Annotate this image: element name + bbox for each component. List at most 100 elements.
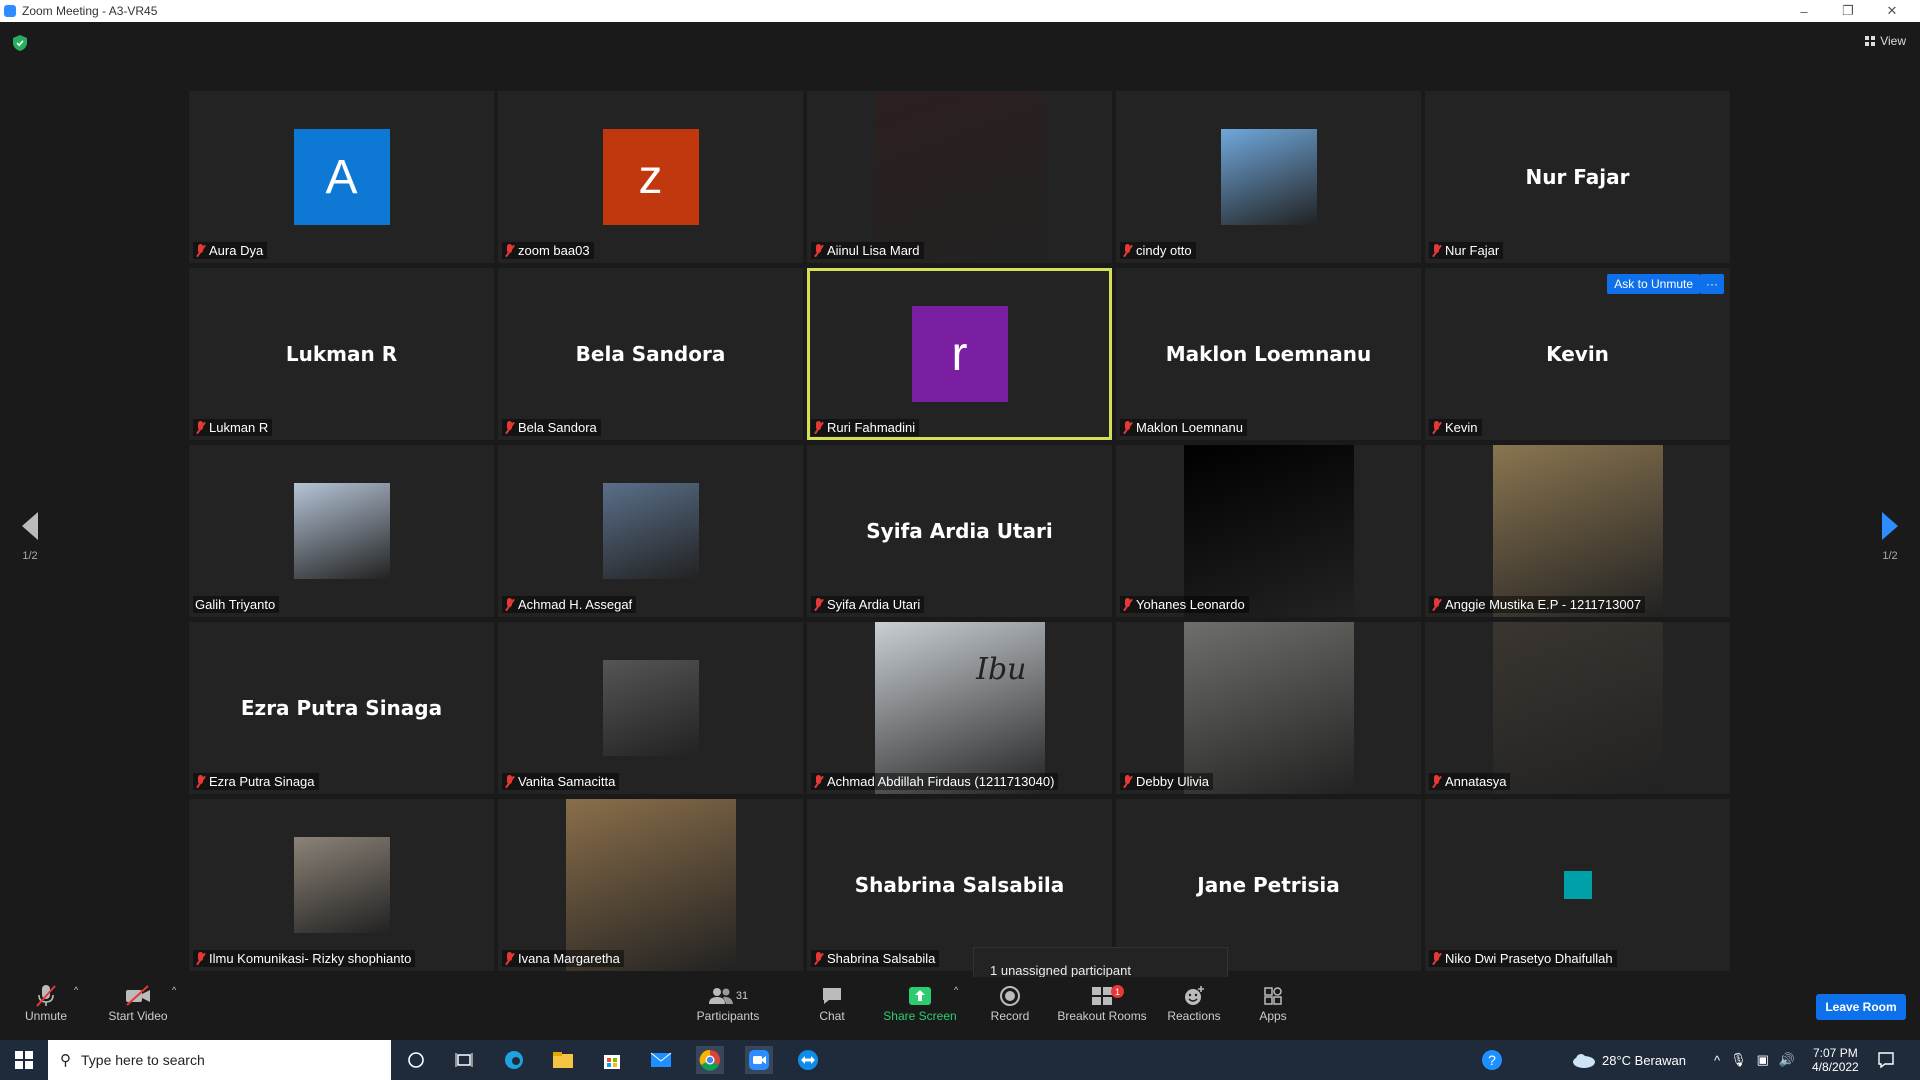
photo-overlay-text: Ibu (976, 652, 1027, 687)
microphone-icon[interactable]: 🎙 (1730, 1052, 1747, 1068)
participant-tile[interactable]: Bela Sandora Bela Sandora (498, 268, 803, 440)
participant-tile[interactable]: Jane PetrisiaJane Petrisia (1116, 799, 1421, 971)
grid-view-icon (1865, 36, 1876, 46)
participant-tile[interactable]: r Ruri Fahmadini (807, 268, 1112, 440)
chat-button[interactable]: Chat (802, 983, 862, 1023)
notifications-icon[interactable] (1872, 1046, 1900, 1074)
restore-icon[interactable]: ❐ (1826, 0, 1870, 22)
participant-tile[interactable]: Niko Dwi Prasetyo Dhaifullah (1425, 799, 1730, 971)
cortana-icon[interactable] (402, 1046, 430, 1074)
audio-options-caret-icon[interactable]: ^ (74, 985, 78, 995)
participant-tile[interactable]: Ibu Achmad Abdillah Firdaus (1211713040) (807, 622, 1112, 794)
chrome-icon[interactable] (696, 1046, 724, 1074)
page-indicator-right: 1/2 (1882, 550, 1898, 562)
taskbar-search-box[interactable]: ⚲ Type here to search (48, 1040, 391, 1080)
avatar (1563, 871, 1592, 899)
participants-button[interactable]: 31 Participants (690, 983, 766, 1023)
volume-icon[interactable]: 🔊 (1779, 1052, 1795, 1068)
share-options-caret-icon[interactable]: ^ (954, 985, 958, 995)
share-screen-button[interactable]: Share Screen (880, 983, 960, 1023)
minimize-icon[interactable]: – (1782, 0, 1826, 22)
participant-tile[interactable]: Galih Triyanto (189, 445, 494, 617)
participant-display-name: Bela Sandora (575, 342, 726, 366)
participant-tile[interactable]: Kevin Kevin Ask to Unmute ··· (1425, 268, 1730, 440)
close-icon[interactable]: ✕ (1870, 0, 1914, 22)
ask-to-unmute-button[interactable]: Ask to Unmute (1607, 274, 1700, 294)
profile-photo (1183, 445, 1354, 617)
microsoft-store-icon[interactable] (598, 1046, 626, 1074)
participant-tile[interactable]: Syifa Ardia Utari Syifa Ardia Utari (807, 445, 1112, 617)
windows-start-icon[interactable] (10, 1046, 38, 1074)
clock-date: 4/8/2022 (1812, 1060, 1859, 1074)
participant-tile[interactable]: Lukman R Lukman R (189, 268, 494, 440)
participant-name-label: Ilmu Komunikasi- Rizky shophianto (193, 950, 416, 967)
unmute-button[interactable]: Unmute (20, 983, 72, 1023)
mic-muted-icon (195, 952, 206, 965)
file-explorer-icon[interactable] (549, 1046, 577, 1074)
participant-display-name: Kevin (1546, 342, 1609, 366)
edge-browser-icon[interactable] (500, 1046, 528, 1074)
apps-icon (1264, 987, 1282, 1005)
mic-muted-icon (504, 952, 515, 965)
network-icon[interactable]: ▣ (1757, 1052, 1769, 1068)
participant-tile[interactable]: Yohanes Leonardo (1116, 445, 1421, 617)
participant-name-label: Anggie Mustika E.P - 1211713007 (1429, 596, 1646, 613)
participant-tile[interactable]: Vanita Samacitta (498, 622, 803, 794)
participant-display-name: Lukman R (285, 342, 398, 366)
participant-tile[interactable]: Ivana Margaretha (498, 799, 803, 971)
task-view-icon[interactable] (450, 1046, 478, 1074)
mic-muted-icon (813, 952, 824, 965)
view-button[interactable]: View (1865, 34, 1906, 48)
prev-page-button[interactable]: 1/2 (10, 512, 50, 562)
participant-tile[interactable]: z zoom baa03 (498, 91, 803, 263)
leave-room-button[interactable]: Leave Room (1816, 994, 1906, 1020)
participant-tile[interactable]: Annatasya (1425, 622, 1730, 794)
zoom-taskbar-icon[interactable] (745, 1046, 773, 1074)
tray-expand-icon[interactable]: ^ (1714, 1053, 1720, 1068)
participant-tile[interactable]: Anggie Mustika E.P - 1211713007 (1425, 445, 1730, 617)
participant-tile[interactable]: Debby Ulivia (1116, 622, 1421, 794)
encryption-shield-icon[interactable] (13, 35, 27, 51)
window-title: Zoom Meeting - A3-VR45 (22, 4, 158, 18)
participant-name: zoom baa03 (518, 243, 590, 258)
mic-muted-icon (504, 244, 515, 257)
participant-name: Debby Ulivia (1136, 774, 1209, 789)
weather-text: 28°C Berawan (1602, 1052, 1686, 1068)
participant-tile[interactable]: Ilmu Komunikasi- Rizky shophianto (189, 799, 494, 971)
gallery-grid: A Aura Dya z zoom baa03 Aiinul Lisa Mard cind… (189, 91, 1732, 971)
participant-name: cindy otto (1136, 243, 1192, 258)
teamviewer-icon[interactable] (794, 1046, 822, 1074)
participant-tile[interactable]: Nur Fajar Nur Fajar (1425, 91, 1730, 263)
apps-button[interactable]: Apps (1250, 983, 1296, 1023)
next-page-button[interactable]: 1/2 (1870, 512, 1910, 562)
video-options-caret-icon[interactable]: ^ (172, 985, 176, 995)
participant-name: Ezra Putra Sinaga (209, 774, 315, 789)
profile-photo (1492, 622, 1663, 794)
participant-name-label: Galih Triyanto (193, 596, 280, 613)
weather-widget[interactable]: 28°C Berawan (1572, 1040, 1686, 1080)
mic-muted-icon (36, 985, 56, 1007)
mic-muted-icon (813, 244, 824, 257)
participant-tile[interactable]: Maklon Loemnanu Maklon Loemnanu (1116, 268, 1421, 440)
mic-muted-icon (1431, 598, 1442, 611)
breakout-rooms-button[interactable]: 1 Breakout Rooms (1056, 983, 1148, 1023)
participant-tile[interactable]: Shabrina Salsabila Shabrina Salsabila (807, 799, 1112, 971)
record-button[interactable]: Record (980, 983, 1040, 1023)
mail-icon[interactable] (647, 1046, 675, 1074)
clock[interactable]: 7:07 PM 4/8/2022 (1812, 1040, 1859, 1080)
reactions-label: Reactions (1167, 1009, 1221, 1023)
start-video-button[interactable]: Start Video (104, 983, 172, 1023)
participant-tile[interactable]: cindy otto (1116, 91, 1421, 263)
help-icon[interactable]: ? (1478, 1046, 1506, 1074)
participant-tile[interactable]: Ezra Putra Sinaga Ezra Putra Sinaga (189, 622, 494, 794)
participant-name: Kevin (1445, 420, 1478, 435)
participant-name: Achmad Abdillah Firdaus (1211713040) (827, 774, 1055, 789)
participant-tile[interactable]: Aiinul Lisa Mard (807, 91, 1112, 263)
reactions-button[interactable]: Reactions (1163, 983, 1225, 1023)
breakout-rooms-label: Breakout Rooms (1057, 1009, 1147, 1023)
participant-name: Vanita Samacitta (518, 774, 616, 789)
participant-tile[interactable]: Achmad H. Assegaf (498, 445, 803, 617)
more-options-button[interactable]: ··· (1700, 274, 1724, 294)
mic-muted-icon (1431, 421, 1442, 434)
participant-tile[interactable]: A Aura Dya (189, 91, 494, 263)
